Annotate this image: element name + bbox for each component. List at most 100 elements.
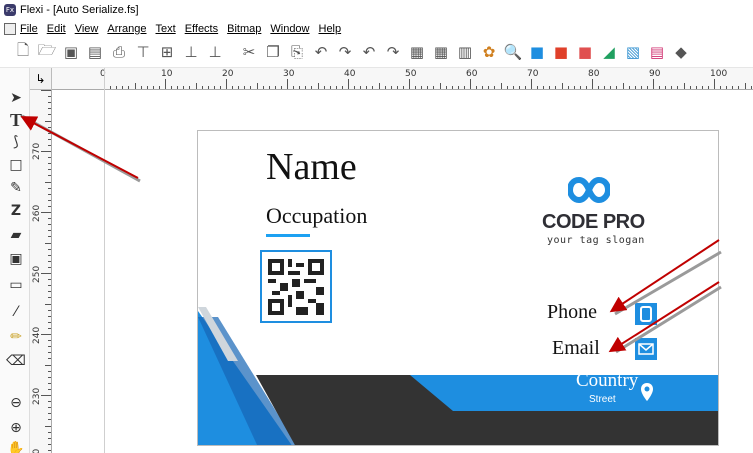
more-icon[interactable]: ◆	[670, 41, 692, 63]
vertical-ruler[interactable]: 270 260 250 240 230 220	[30, 90, 52, 453]
ruler-tick	[689, 86, 691, 89]
copy-icon[interactable]: ❐	[262, 41, 284, 63]
text-tool-icon[interactable]: T	[5, 109, 27, 131]
ruler-tick	[494, 86, 496, 89]
measure-icon[interactable]: ▭	[5, 274, 27, 296]
ruler-tick	[195, 83, 197, 89]
window-title: Flexi - [Auto Serialize.fs]	[20, 4, 139, 16]
zoom-icon[interactable]: 🔍	[502, 41, 524, 63]
card-country[interactable]: Country	[576, 370, 638, 392]
card-email-label[interactable]: Email	[552, 337, 600, 360]
new-icon[interactable]: 🗋	[12, 41, 34, 63]
layers-icon[interactable]: ▤	[646, 41, 668, 63]
palette-icon[interactable]: ■	[550, 41, 572, 63]
swatch-icon[interactable]: ■	[526, 41, 548, 63]
export-icon[interactable]: ▦	[430, 41, 452, 63]
ruler-tick	[45, 303, 51, 305]
redo-icon[interactable]: ↷	[334, 41, 356, 63]
phone-icon[interactable]	[635, 303, 657, 325]
ruler-tick	[48, 419, 51, 421]
paste-icon[interactable]: ⎘	[286, 41, 308, 63]
menu-help[interactable]: Help	[319, 23, 342, 35]
qr-code-icon[interactable]	[260, 250, 332, 323]
ruler-tick	[45, 425, 51, 427]
guide-line[interactable]	[104, 68, 105, 453]
undo2-icon[interactable]: ↶	[358, 41, 380, 63]
menu-effects[interactable]: Effects	[185, 23, 218, 35]
business-card[interactable]: Name Occupation CODE PRO your tag slogan…	[197, 130, 719, 446]
ruler-tick	[348, 79, 349, 89]
print-cut-icon[interactable]: ⊞	[156, 41, 178, 63]
ruler-tick	[48, 266, 51, 268]
cut-icon[interactable]: ✂	[238, 41, 260, 63]
email-icon[interactable]	[635, 338, 657, 360]
card-phone-label[interactable]: Phone	[547, 301, 597, 324]
import-icon[interactable]: ▦	[406, 41, 428, 63]
ruler-tick	[226, 79, 227, 89]
image-icon[interactable]: ▧	[622, 41, 644, 63]
menu-file[interactable]: File	[20, 23, 38, 35]
ruler-tick	[189, 86, 191, 89]
design-icon[interactable]: ■	[574, 41, 596, 63]
ruler-tick	[48, 352, 51, 354]
title-bar: Fx Flexi - [Auto Serialize.fs]	[0, 0, 753, 20]
ruler-tick	[445, 86, 447, 89]
infinity-logo-icon[interactable]	[568, 176, 610, 204]
hand-icon[interactable]: ✋	[5, 438, 27, 453]
eyedropper-icon[interactable]: ⁄	[5, 301, 27, 323]
undo-icon[interactable]: ↶	[310, 41, 332, 63]
pen-icon[interactable]: ✎	[5, 177, 27, 199]
card-occupation[interactable]: Occupation	[266, 203, 367, 229]
ruler-tick	[640, 86, 642, 89]
ruler-number: 60	[466, 69, 478, 79]
card-street[interactable]: Street	[589, 394, 616, 405]
menu-arrange[interactable]: Arrange	[107, 23, 146, 35]
pencil-icon[interactable]: ✏	[5, 326, 27, 348]
menu-view[interactable]: View	[75, 23, 99, 35]
fill-icon[interactable]: ▣	[5, 248, 27, 270]
ruler-tick	[48, 340, 51, 342]
logo-title[interactable]: CODE PRO	[542, 211, 645, 234]
save-as-icon[interactable]: ▤	[84, 41, 106, 63]
color-icon[interactable]: ✿	[478, 41, 500, 63]
clipboard-icon[interactable]: ▥	[454, 41, 476, 63]
output-icon[interactable]: ⊥	[180, 41, 202, 63]
ruler-tick	[549, 86, 551, 89]
ruler-tick	[506, 86, 508, 89]
redo2-icon[interactable]: ↷	[382, 41, 404, 63]
fill-icon[interactable]: ◢	[598, 41, 620, 63]
open-icon[interactable]: 🗁	[36, 41, 58, 63]
ruler-tick	[48, 254, 51, 256]
ruler-tick	[41, 212, 51, 213]
select-arrow-icon[interactable]: ➤	[5, 87, 27, 109]
ruler-tick	[48, 132, 51, 134]
shape-icon[interactable]: ▰	[5, 224, 27, 246]
cut-vinyl-icon[interactable]: ⊤	[132, 41, 154, 63]
save-icon[interactable]: ▣	[60, 41, 82, 63]
eraser-icon[interactable]: ⌫	[5, 350, 27, 372]
card-name[interactable]: Name	[266, 145, 357, 189]
document-icon[interactable]	[4, 22, 16, 35]
horizontal-ruler[interactable]: 0 10 20 30 40 50 60 70 80 90 100	[52, 68, 753, 90]
ruler-tick	[201, 86, 203, 89]
menu-window[interactable]: Window	[270, 23, 309, 35]
menu-text[interactable]: Text	[156, 23, 176, 35]
send-icon[interactable]: ⊥	[204, 41, 226, 63]
location-pin-icon[interactable]	[640, 382, 654, 402]
ruler-tick	[48, 205, 51, 207]
zoom-in-icon[interactable]: ⊕	[5, 417, 27, 439]
menu-bitmap[interactable]: Bitmap	[227, 23, 261, 35]
ruler-number: 80	[588, 69, 600, 79]
logo-slogan[interactable]: your tag slogan	[547, 235, 645, 246]
print-icon[interactable]: ⎙	[108, 41, 130, 63]
ruler-origin-icon[interactable]: ↳	[30, 68, 52, 90]
menu-edit[interactable]: Edit	[47, 23, 66, 35]
ruler-number: 270	[32, 142, 42, 160]
ruler-tick	[543, 86, 545, 89]
rectangle-icon[interactable]: □	[5, 154, 27, 176]
ruler-number: 220	[32, 449, 42, 453]
node-edit-icon[interactable]: ⟆	[5, 131, 27, 153]
zoom-out-icon[interactable]: ⊖	[5, 392, 27, 414]
ruler-tick	[750, 86, 752, 89]
barcode-icon[interactable]: Z	[5, 200, 27, 222]
